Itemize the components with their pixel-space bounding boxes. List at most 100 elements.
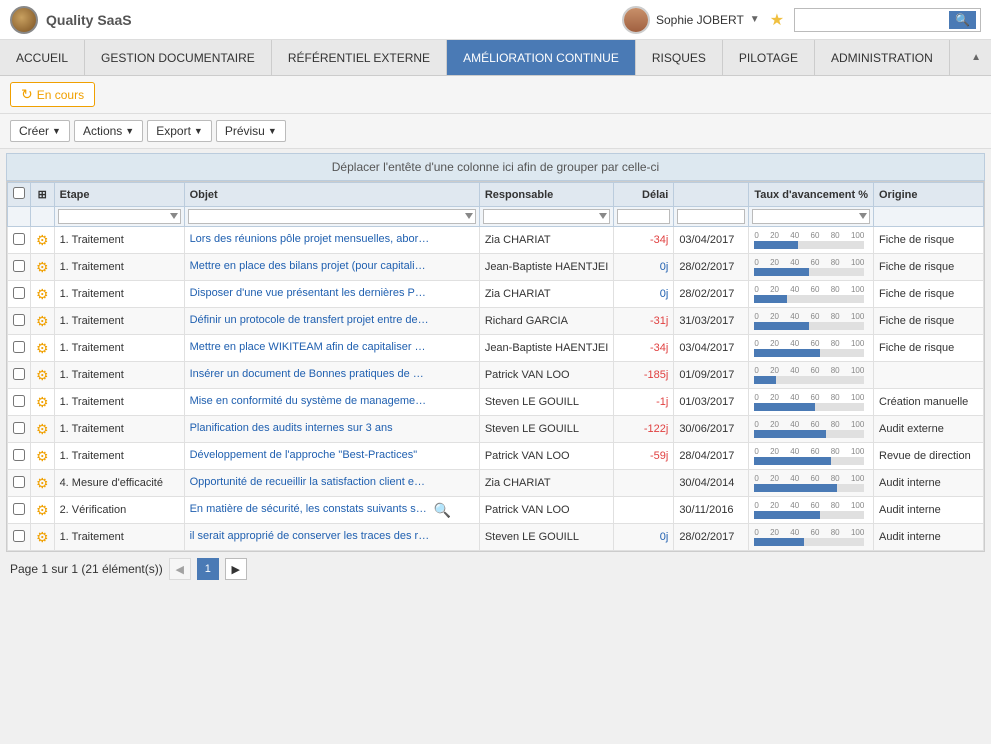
gear-icon[interactable]: ⚙ (36, 529, 49, 545)
select-all-checkbox[interactable] (13, 187, 25, 199)
nav-referentiel[interactable]: RÉFÉRENTIEL EXTERNE (272, 40, 447, 75)
gear-icon[interactable]: ⚙ (36, 232, 49, 248)
col-header-expand: ⊞ (31, 183, 55, 207)
export-button[interactable]: Export ▼ (147, 120, 212, 142)
gear-icon[interactable]: ⚙ (36, 340, 49, 356)
row-checkbox[interactable] (13, 476, 25, 488)
row-objet-link[interactable]: Insérer un document de Bonnes pratiques … (190, 368, 430, 380)
filter-date-input[interactable] (677, 209, 745, 224)
row-checkbox[interactable] (13, 422, 25, 434)
table-row: ⚙ 1. Traitement Mettre en place des bilans… (8, 254, 984, 281)
search-button[interactable]: 🔍 (949, 11, 976, 29)
top-header: Quality SaaS Sophie JOBERT ▼ ★ 🔍 (0, 0, 991, 40)
row-checkbox[interactable] (13, 260, 25, 272)
col-header-date[interactable] (674, 183, 749, 207)
tab-en-cours[interactable]: ↻ En cours (10, 82, 95, 107)
row-responsable: Steven LE GOUILL (479, 389, 614, 416)
current-page-button[interactable]: 1 (197, 558, 219, 580)
row-objet-link[interactable]: Définir un protocole de transfert projet… (190, 314, 430, 326)
row-responsable: Zia CHARIAT (479, 227, 614, 254)
filter-taux (749, 207, 874, 227)
row-etape: 1. Traitement (54, 416, 184, 443)
expand-all-icon[interactable]: ⊞ (38, 189, 47, 201)
nav-pilotage[interactable]: PILOTAGE (723, 40, 815, 75)
filter-etape-select[interactable] (58, 209, 181, 224)
col-header-delai[interactable]: Délai (614, 183, 674, 207)
row-objet: Disposer d'une vue présentant les derniè… (184, 281, 479, 308)
gear-icon[interactable]: ⚙ (36, 394, 49, 410)
row-search-icon[interactable]: 🔍 (430, 502, 451, 518)
next-page-button[interactable]: ▶ (225, 558, 247, 580)
row-objet-link[interactable]: En matière de sécurité, les constats sui… (190, 503, 430, 515)
export-caret: ▼ (194, 126, 203, 136)
gear-icon[interactable]: ⚙ (36, 502, 49, 518)
row-origine: Fiche de risque (874, 335, 984, 362)
nav-risques[interactable]: RISQUES (636, 40, 723, 75)
row-objet-link[interactable]: Lors des réunions pôle projet mensuelles… (190, 233, 430, 245)
row-origine: Fiche de risque (874, 227, 984, 254)
gear-icon[interactable]: ⚙ (36, 313, 49, 329)
row-responsable: Richard GARCIA (479, 308, 614, 335)
previsu-button[interactable]: Prévisu ▼ (216, 120, 286, 142)
col-header-origine[interactable]: Origine (874, 183, 984, 207)
gear-icon[interactable]: ⚙ (36, 475, 49, 491)
filter-etape (54, 207, 184, 227)
data-table-wrapper: ⊞ Etape Objet Responsable Délai (6, 181, 985, 552)
prev-page-button[interactable]: ◀ (169, 558, 191, 580)
table-row: ⚙1. TraitementMise en conformité du syst… (8, 389, 984, 416)
col-header-taux[interactable]: Taux d'avancement % (749, 183, 874, 207)
row-date: 28/04/2017 (674, 443, 749, 470)
gear-icon[interactable]: ⚙ (36, 421, 49, 437)
col-header-objet[interactable]: Objet (184, 183, 479, 207)
filter-resp-select[interactable] (483, 209, 611, 224)
row-checkbox[interactable] (13, 449, 25, 461)
row-checkbox[interactable] (13, 368, 25, 380)
nav-amelioration[interactable]: AMÉLIORATION CONTINUE (447, 40, 636, 75)
row-checkbox[interactable] (13, 287, 25, 299)
row-etape: 1. Traitement (54, 227, 184, 254)
row-objet-link[interactable]: Développement de l'approche "Best-Practi… (190, 449, 418, 461)
creer-button[interactable]: Créer ▼ (10, 120, 70, 142)
filter-delai-input[interactable] (617, 209, 670, 224)
row-check-cell (8, 362, 31, 389)
col-header-responsable[interactable]: Responsable (479, 183, 614, 207)
row-checkbox[interactable] (13, 341, 25, 353)
nav-accueil[interactable]: ACCUEIL (0, 40, 85, 75)
row-delai (614, 497, 674, 524)
row-objet-link[interactable]: il serait approprié de conserver les tra… (190, 530, 430, 542)
row-checkbox[interactable] (13, 314, 25, 326)
row-checkbox[interactable] (13, 503, 25, 515)
table-scroll[interactable]: ⊞ Etape Objet Responsable Délai (7, 182, 984, 551)
row-checkbox[interactable] (13, 233, 25, 245)
col-header-etape[interactable]: Etape (54, 183, 184, 207)
row-objet-link[interactable]: Opportunité de recueillir la satisfactio… (190, 476, 430, 488)
user-menu[interactable]: Sophie JOBERT ▼ (622, 6, 760, 34)
gear-icon[interactable]: ⚙ (36, 286, 49, 302)
nav-gestion-doc[interactable]: GESTION DOCUMENTAIRE (85, 40, 272, 75)
actions-button[interactable]: Actions ▼ (74, 120, 143, 142)
row-check-cell (8, 443, 31, 470)
row-objet-link[interactable]: Mettre en place WIKITEAM afin de capital… (190, 341, 430, 353)
gear-icon[interactable]: ⚙ (36, 448, 49, 464)
row-delai: 0j (614, 281, 674, 308)
row-taux: 020406080100 (749, 335, 874, 362)
row-objet-link[interactable]: Planification des audits internes sur 3 … (190, 422, 393, 434)
row-objet-link[interactable]: Mise en conformité du système de managem… (190, 395, 430, 407)
filter-objet-select[interactable] (188, 209, 476, 224)
row-gear-cell: ⚙ (31, 416, 55, 443)
row-check-cell (8, 389, 31, 416)
nav-collapse-button[interactable]: ▲ (961, 48, 991, 67)
row-etape: 1. Traitement (54, 254, 184, 281)
row-objet-link[interactable]: Mettre en place des bilans projet (pour … (190, 260, 430, 272)
row-objet-link[interactable]: Disposer d'une vue présentant les derniè… (190, 287, 430, 299)
row-checkbox[interactable] (13, 395, 25, 407)
filter-taux-select[interactable] (752, 209, 870, 224)
favorite-icon[interactable]: ★ (770, 10, 784, 30)
nav-administration[interactable]: ADMINISTRATION (815, 40, 950, 75)
gear-icon[interactable]: ⚙ (36, 367, 49, 383)
gear-icon[interactable]: ⚙ (36, 259, 49, 275)
row-checkbox[interactable] (13, 530, 25, 542)
search-input[interactable] (799, 13, 949, 27)
row-objet: Opportunité de recueillir la satisfactio… (184, 470, 479, 497)
row-origine: Revue de direction (874, 443, 984, 470)
